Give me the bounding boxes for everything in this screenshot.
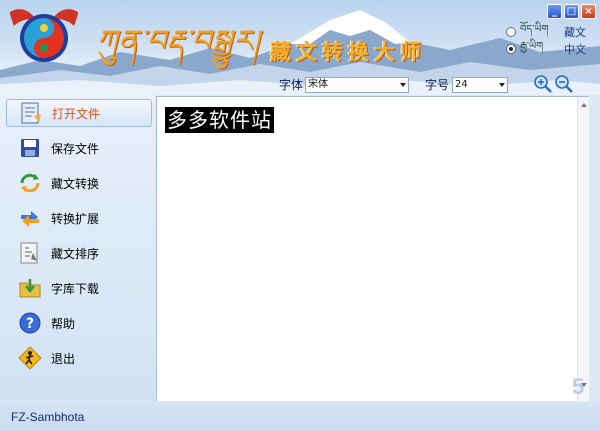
- status-bar: FZ-Sambhota: [0, 402, 600, 431]
- sidebar-item-label: 藏文排序: [51, 246, 100, 261]
- radio-chinese[interactable]: [506, 43, 516, 54]
- tibetan-app-title: ཀུན་བརྡ་བསྒྱུར།: [96, 24, 261, 59]
- lang-option-chinese[interactable]: རྒྱ་ཡིག 中文: [506, 41, 586, 56]
- close-button[interactable]: ×: [581, 4, 596, 19]
- sidebar-item-label: 转换扩展: [51, 211, 100, 226]
- svg-text:?: ?: [26, 316, 34, 332]
- selected-text[interactable]: 多多软件站: [165, 107, 274, 133]
- font-label: 字体: [279, 78, 304, 92]
- open-file-icon: [21, 102, 41, 124]
- exit-icon: [18, 346, 42, 370]
- sidebar-item-label: 打开文件: [52, 106, 101, 121]
- language-switch: བོད་ཡིག 藏文 རྒྱ་ཡིག 中文: [506, 24, 586, 58]
- extend-icon: [21, 211, 39, 227]
- sidebar-item-label: 帮助: [51, 316, 76, 331]
- radio-tibetan[interactable]: [506, 26, 516, 37]
- lang-chinese-label: 中文: [564, 42, 586, 56]
- save-icon: [21, 139, 39, 157]
- vertical-scrollbar[interactable]: [577, 97, 589, 401]
- maximize-button[interactable]: □: [564, 4, 579, 19]
- font-select-value: 宋体: [308, 79, 328, 90]
- header-banner: ཀུན་བརྡ་བསྒྱུར། 藏文转换大师 _ □ × བོད་ཡིག 藏文 …: [0, 0, 600, 95]
- status-text: FZ-Sambhota: [11, 410, 85, 424]
- sidebar-item-label: 藏文转换: [51, 176, 100, 191]
- sort-icon: [20, 242, 38, 264]
- size-label: 字号: [425, 78, 450, 92]
- lang-chinese-script: རྒྱ་ཡིག: [520, 40, 544, 52]
- zoom-in-icon[interactable]: [533, 74, 553, 94]
- help-icon: ?: [19, 312, 41, 334]
- sidebar-item-tibetan-convert[interactable]: 藏文转换: [6, 169, 152, 197]
- sidebar-item-exit[interactable]: 退出: [6, 344, 152, 372]
- sidebar-item-open-file[interactable]: 打开文件: [6, 99, 152, 127]
- app-logo: [10, 9, 78, 62]
- watermark-text: 5: [572, 374, 585, 399]
- sidebar-item-tibetan-sort[interactable]: 藏文排序: [6, 239, 152, 267]
- sidebar: 打开文件 保存文件 藏文转换 转换扩展 藏文排序 字库下载 ? 帮助 退出: [0, 95, 155, 401]
- sidebar-item-convert-extend[interactable]: 转换扩展: [6, 204, 152, 232]
- sidebar-item-font-download[interactable]: 字库下载: [6, 274, 152, 302]
- convert-icon: [20, 173, 40, 193]
- scroll-up-icon[interactable]: [581, 103, 587, 107]
- folder-download-icon: [19, 279, 41, 298]
- sidebar-item-label: 退出: [51, 351, 76, 366]
- sidebar-item-save-file[interactable]: 保存文件: [6, 134, 152, 162]
- text-editor[interactable]: 多多软件站: [156, 96, 589, 401]
- chevron-down-icon: [499, 83, 505, 87]
- lang-tibetan-label: 藏文: [564, 25, 586, 39]
- font-select[interactable]: 宋体: [305, 77, 409, 93]
- size-select[interactable]: 24: [452, 77, 508, 93]
- sidebar-item-label: 字库下载: [51, 281, 100, 296]
- chevron-down-icon: [400, 83, 406, 87]
- sidebar-item-help[interactable]: ? 帮助: [6, 309, 152, 337]
- zoom-out-icon[interactable]: [554, 74, 574, 94]
- size-select-value: 24: [455, 79, 468, 90]
- sidebar-item-label: 保存文件: [51, 141, 100, 156]
- app-title: 藏文转换大师: [270, 39, 426, 64]
